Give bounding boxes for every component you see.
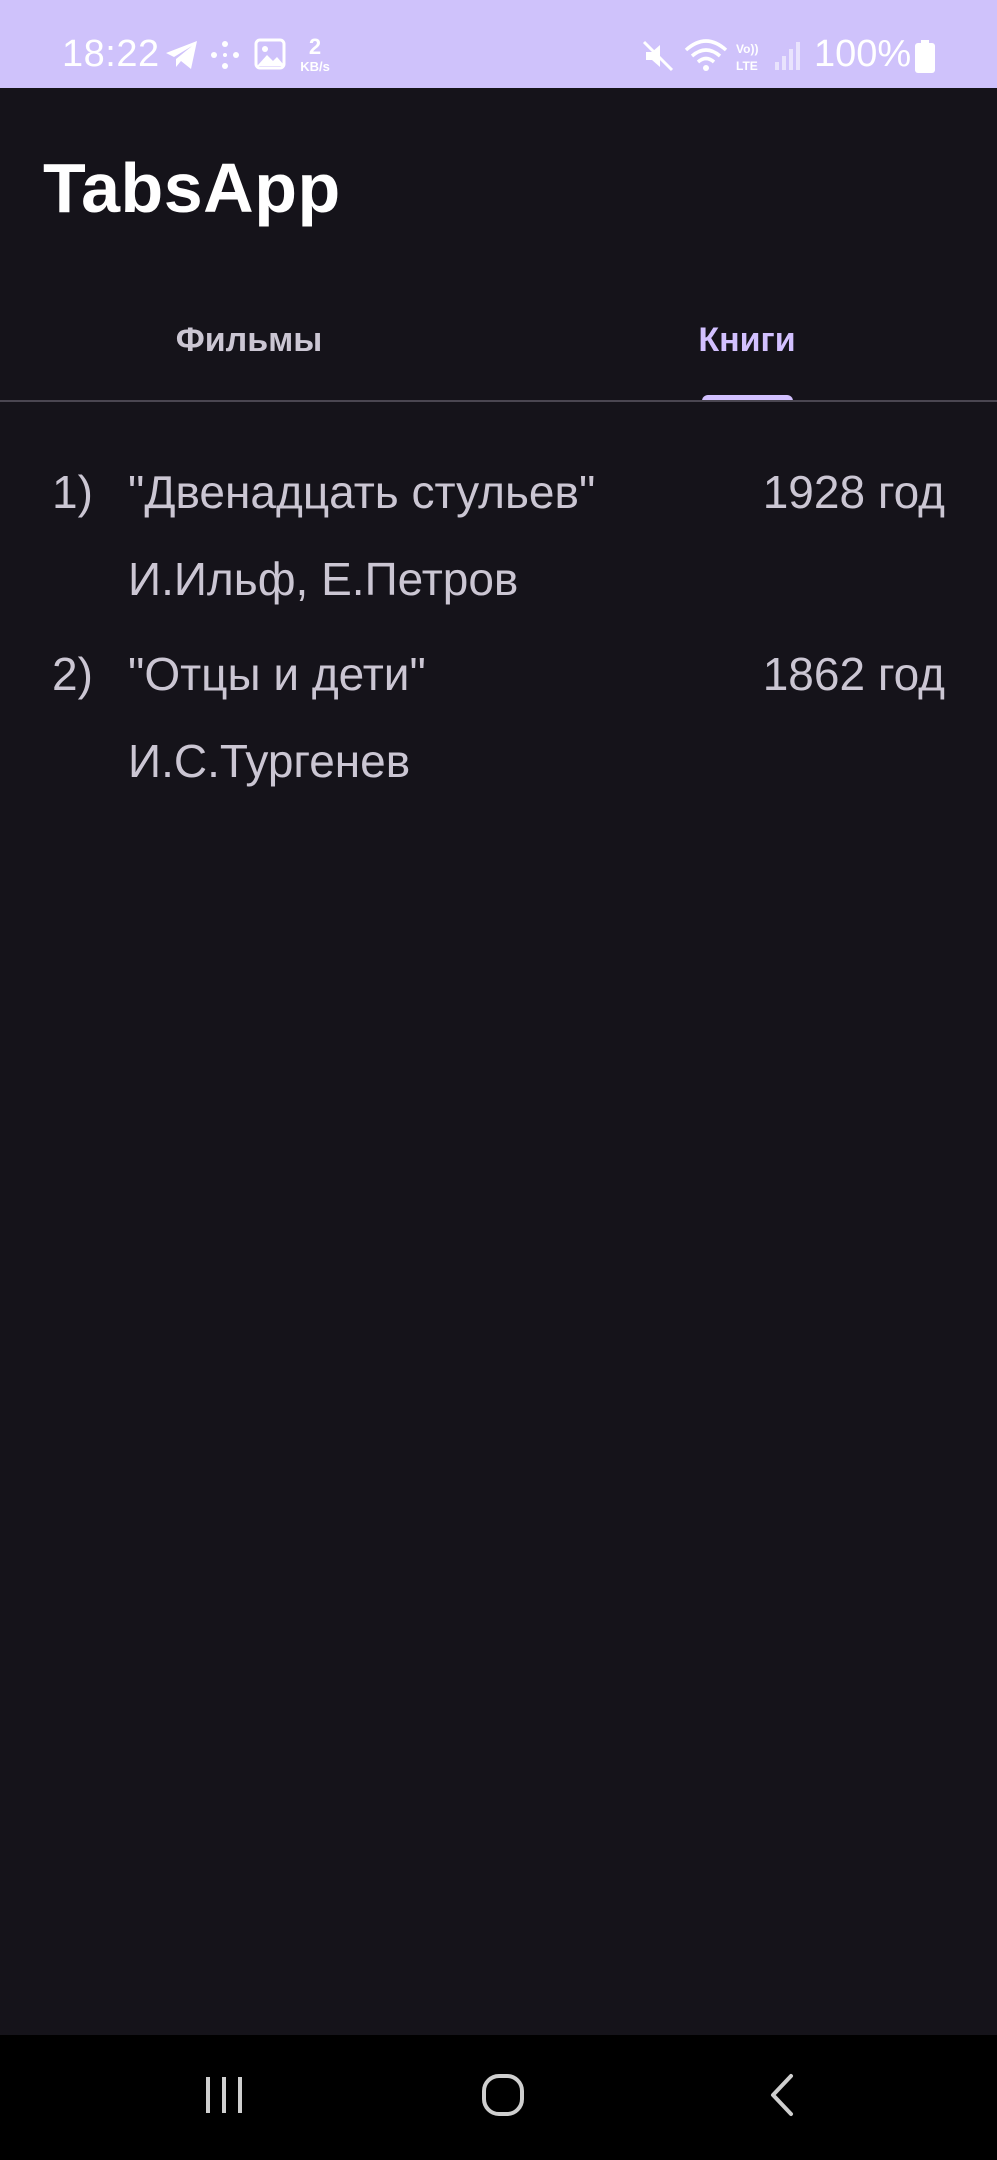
- list-item: 2) "Отцы и дети" 1862 год И.С.Тургенев: [0, 637, 997, 819]
- book-number: 2): [52, 648, 93, 700]
- home-button[interactable]: [423, 2035, 583, 2160]
- book-year: 1928 год: [762, 466, 945, 518]
- tab-films[interactable]: Фильмы: [0, 285, 498, 401]
- status-bar: 18:22 2 KB/s Vo)) LTE 100%: [0, 0, 997, 88]
- mute-icon: [640, 38, 676, 78]
- book-author: И.С.Тургенев: [128, 735, 411, 787]
- network-speed-value: 2: [308, 34, 322, 59]
- gallery-icon: [254, 38, 286, 78]
- battery-icon: [914, 40, 936, 80]
- book-number: 1): [52, 466, 93, 518]
- volte-icon: Vo)) LTE: [734, 40, 766, 80]
- home-icon: [481, 2073, 525, 2122]
- dots-icon: [208, 38, 242, 78]
- book-year: 1862 год: [762, 648, 945, 700]
- app-title: TabsApp: [43, 149, 341, 227]
- telegram-icon: [164, 38, 200, 78]
- list-item: 1) "Двенадцать стульев" 1928 год И.Ильф,…: [0, 455, 997, 637]
- tab-books[interactable]: Книги: [498, 285, 996, 401]
- back-button[interactable]: [702, 2035, 862, 2160]
- tab-divider: [0, 400, 997, 402]
- status-time: 18:22: [62, 33, 160, 75]
- battery-percent: 100%: [814, 33, 912, 75]
- book-title: "Отцы и дети": [128, 648, 426, 700]
- book-title: "Двенадцать стульев": [128, 466, 596, 518]
- svg-text:Vo)): Vo)): [736, 42, 758, 56]
- back-icon: [767, 2073, 797, 2122]
- svg-text:LTE: LTE: [736, 59, 758, 73]
- tab-books-label: Книги: [698, 320, 796, 359]
- network-speed-unit: KB/s: [300, 59, 330, 74]
- recents-button[interactable]: [144, 2035, 304, 2160]
- network-speed: 2 KB/s: [294, 34, 336, 74]
- navigation-bar: [0, 2035, 997, 2160]
- book-author: И.Ильф, Е.Петров: [128, 553, 519, 605]
- tab-bar: Фильмы Книги: [0, 285, 997, 401]
- book-list: 1) "Двенадцать стульев" 1928 год И.Ильф,…: [0, 455, 997, 819]
- wifi-icon: [684, 38, 728, 78]
- recents-icon: [202, 2075, 246, 2120]
- signal-icon: [774, 38, 804, 78]
- tab-films-label: Фильмы: [175, 320, 323, 359]
